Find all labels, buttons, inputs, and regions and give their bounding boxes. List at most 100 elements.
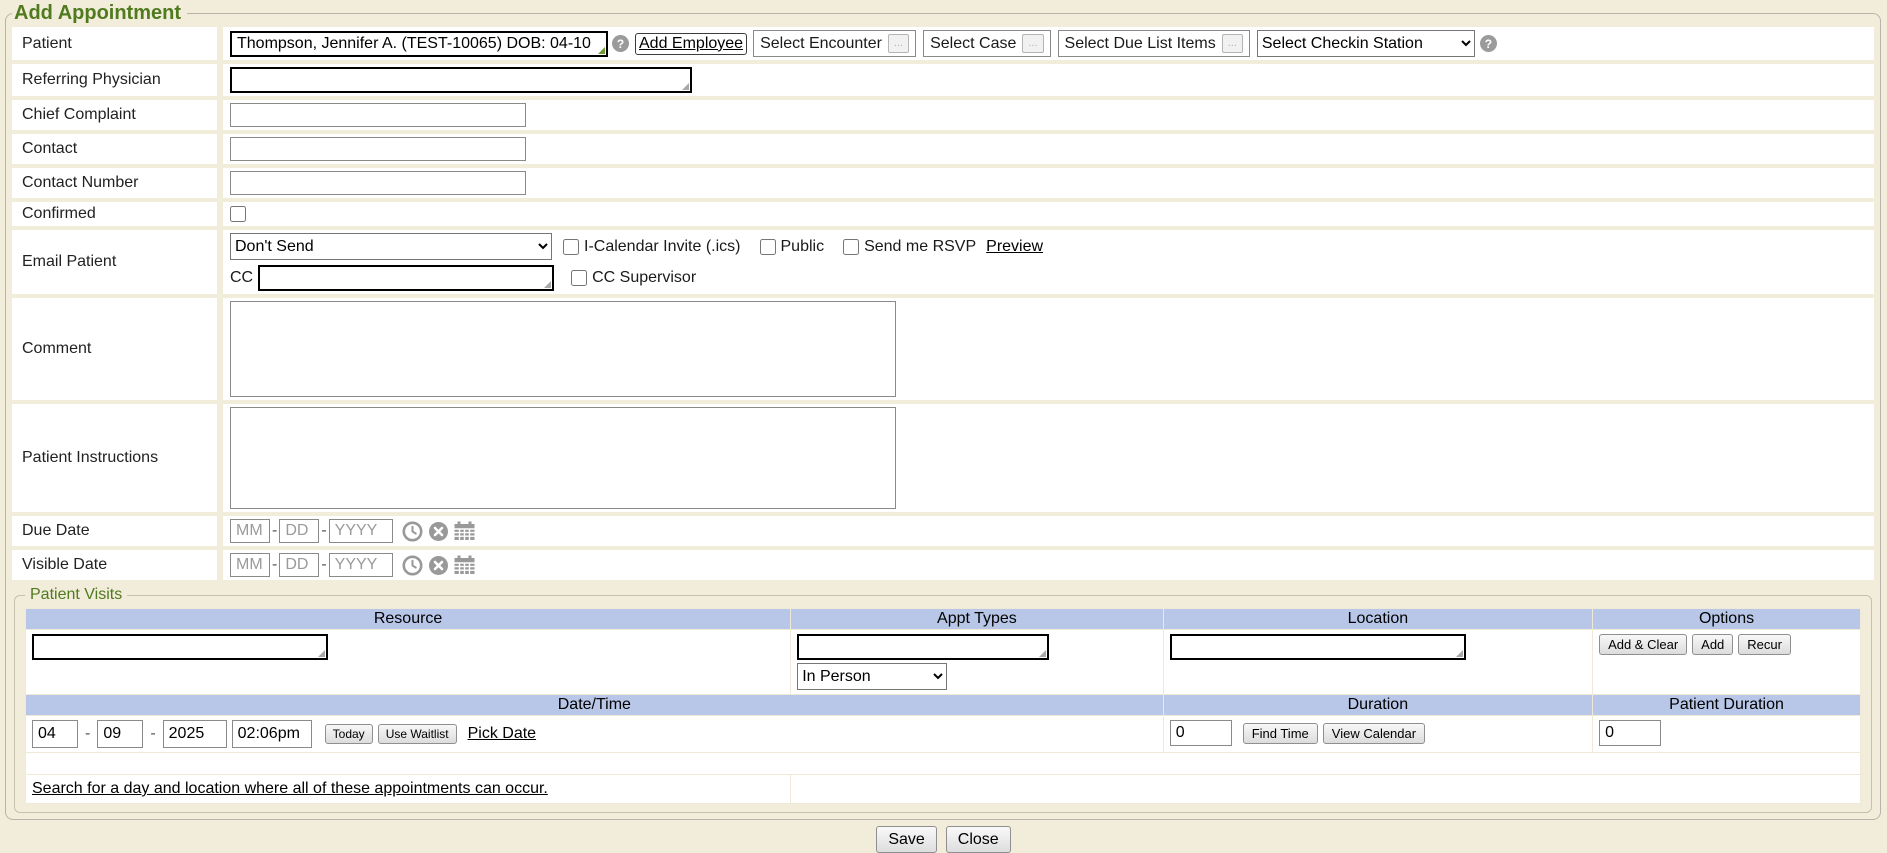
due-date-mm-input[interactable] — [230, 519, 270, 543]
comment-cell — [223, 298, 1874, 400]
visible-date-dd-input[interactable] — [279, 553, 319, 577]
close-button[interactable]: Close — [946, 826, 1011, 853]
visible-date-clear-icon[interactable] — [428, 555, 449, 576]
view-calendar-button[interactable]: View Calendar — [1323, 723, 1425, 744]
cc-input[interactable] — [258, 265, 554, 291]
due-date-row: Due Date - - — [12, 516, 1874, 546]
appt-types-input[interactable] — [797, 634, 1049, 660]
preview-link[interactable]: Preview — [986, 238, 1043, 256]
spacer-row — [26, 753, 1861, 775]
ical-label: I-Calendar Invite (.ics) — [584, 238, 741, 256]
save-button[interactable]: Save — [876, 826, 936, 853]
visible-date-calendar-icon[interactable] — [454, 555, 475, 575]
duration-cell: Find Time View Calendar — [1163, 716, 1592, 753]
visible-date-row: Visible Date - - — [12, 550, 1874, 580]
due-date-calendar-icon[interactable] — [454, 521, 475, 541]
confirmed-cell — [223, 202, 1874, 226]
due-date-yyyy-input[interactable] — [329, 519, 393, 543]
page-title: Add Appointment — [12, 2, 187, 25]
find-time-button[interactable]: Find Time — [1243, 723, 1318, 744]
public-label: Public — [781, 238, 825, 256]
contact-input[interactable] — [230, 137, 526, 161]
visible-date-mm-input[interactable] — [230, 553, 270, 577]
visit-year-input[interactable] — [163, 720, 227, 748]
visible-date-yyyy-input[interactable] — [329, 553, 393, 577]
patient-label: Patient — [12, 27, 217, 60]
recur-button[interactable]: Recur — [1738, 634, 1791, 655]
visible-date-time-icon[interactable] — [402, 555, 423, 576]
resource-input[interactable] — [32, 634, 328, 660]
date-separator: - — [321, 556, 326, 574]
comment-textarea[interactable] — [230, 301, 896, 397]
datetime-header-row: Date/Time Duration Patient Duration — [26, 695, 1861, 716]
due-date-label: Due Date — [12, 516, 217, 546]
chief-complaint-input[interactable] — [230, 103, 526, 127]
patient-duration-input[interactable] — [1599, 720, 1661, 746]
rsvp-option: Send me RSVP — [843, 238, 976, 256]
due-date-icons — [402, 521, 475, 542]
contact-number-row: Contact Number — [12, 168, 1874, 198]
patient-instructions-label: Patient Instructions — [12, 404, 217, 512]
confirmed-label: Confirmed — [12, 202, 217, 226]
cc-line: CC CC Supervisor — [230, 265, 710, 291]
email-patient-label: Email Patient — [12, 230, 217, 294]
select-case-ellipsis-button[interactable]: ... — [1022, 34, 1043, 53]
appt-types-input-wrap — [797, 634, 1049, 660]
appt-types-header: Appt Types — [791, 609, 1164, 630]
patient-instructions-textarea[interactable] — [230, 407, 896, 509]
rsvp-checkbox[interactable] — [843, 239, 859, 255]
resource-input-wrap — [32, 634, 328, 660]
date-separator: - — [85, 725, 90, 743]
email-patient-row: Email Patient Don't Send I-Calendar Invi… — [12, 230, 1874, 294]
location-input[interactable] — [1170, 634, 1466, 660]
footer-actions: Save Close — [0, 826, 1887, 853]
visit-month-input[interactable] — [32, 720, 78, 748]
visible-date-cell: - - — [223, 550, 1874, 580]
email-patient-cell: Don't Send I-Calendar Invite (.ics) Publ… — [223, 230, 1874, 294]
confirmed-checkbox[interactable] — [230, 206, 246, 222]
contact-number-label: Contact Number — [12, 168, 217, 198]
use-waitlist-button[interactable]: Use Waitlist — [378, 724, 457, 744]
today-button[interactable]: Today — [325, 724, 373, 744]
cc-supervisor-checkbox[interactable] — [571, 270, 587, 286]
rsvp-label: Send me RSVP — [864, 238, 976, 256]
patient-input[interactable] — [230, 31, 608, 57]
date-separator: - — [272, 522, 277, 540]
visit-day-input[interactable] — [97, 720, 143, 748]
chief-complaint-label: Chief Complaint — [12, 100, 217, 130]
referring-physician-input-wrap — [230, 67, 692, 93]
checkin-help-icon[interactable]: ? — [1480, 35, 1497, 52]
due-date-time-icon[interactable] — [402, 521, 423, 542]
patient-row: Patient ? Add Employee Select Encounter … — [12, 27, 1874, 60]
visit-mode-select[interactable]: In Person — [797, 663, 947, 690]
contact-number-input[interactable] — [230, 171, 526, 195]
referring-physician-input[interactable] — [230, 67, 692, 93]
due-date-dd-input[interactable] — [279, 519, 319, 543]
add-button[interactable]: Add — [1692, 634, 1733, 655]
referring-physician-label: Referring Physician — [12, 64, 217, 96]
contact-label: Contact — [12, 134, 217, 164]
visit-time-input[interactable] — [232, 720, 312, 748]
spacer-cell — [26, 753, 1861, 775]
email-send-select[interactable]: Don't Send — [230, 233, 552, 260]
pick-date-link[interactable]: Pick Date — [468, 725, 536, 743]
public-checkbox[interactable] — [760, 239, 776, 255]
due-date-clear-icon[interactable] — [428, 521, 449, 542]
duration-input[interactable] — [1170, 720, 1232, 746]
search-day-location-link[interactable]: Search for a day and location where all … — [32, 780, 548, 797]
search-cell: Search for a day and location where all … — [26, 775, 791, 804]
location-header: Location — [1163, 609, 1592, 630]
contact-cell — [223, 134, 1874, 164]
select-encounter-ellipsis-button[interactable]: ... — [888, 34, 909, 53]
cc-input-wrap — [258, 265, 554, 291]
patient-help-icon[interactable]: ? — [612, 35, 629, 52]
date-time-cell: - - Today Use Waitlist Pick Date — [26, 716, 1164, 753]
checkin-station-select[interactable]: Select Checkin Station — [1257, 30, 1475, 57]
add-employee-link[interactable]: Add Employee — [635, 33, 747, 55]
select-due-list-ellipsis-button[interactable]: ... — [1222, 34, 1243, 53]
comment-label: Comment — [12, 298, 217, 400]
email-options-line: Don't Send I-Calendar Invite (.ics) Publ… — [230, 233, 1043, 260]
ical-checkbox[interactable] — [563, 239, 579, 255]
add-clear-button[interactable]: Add & Clear — [1599, 634, 1687, 655]
confirmed-row: Confirmed — [12, 202, 1874, 226]
